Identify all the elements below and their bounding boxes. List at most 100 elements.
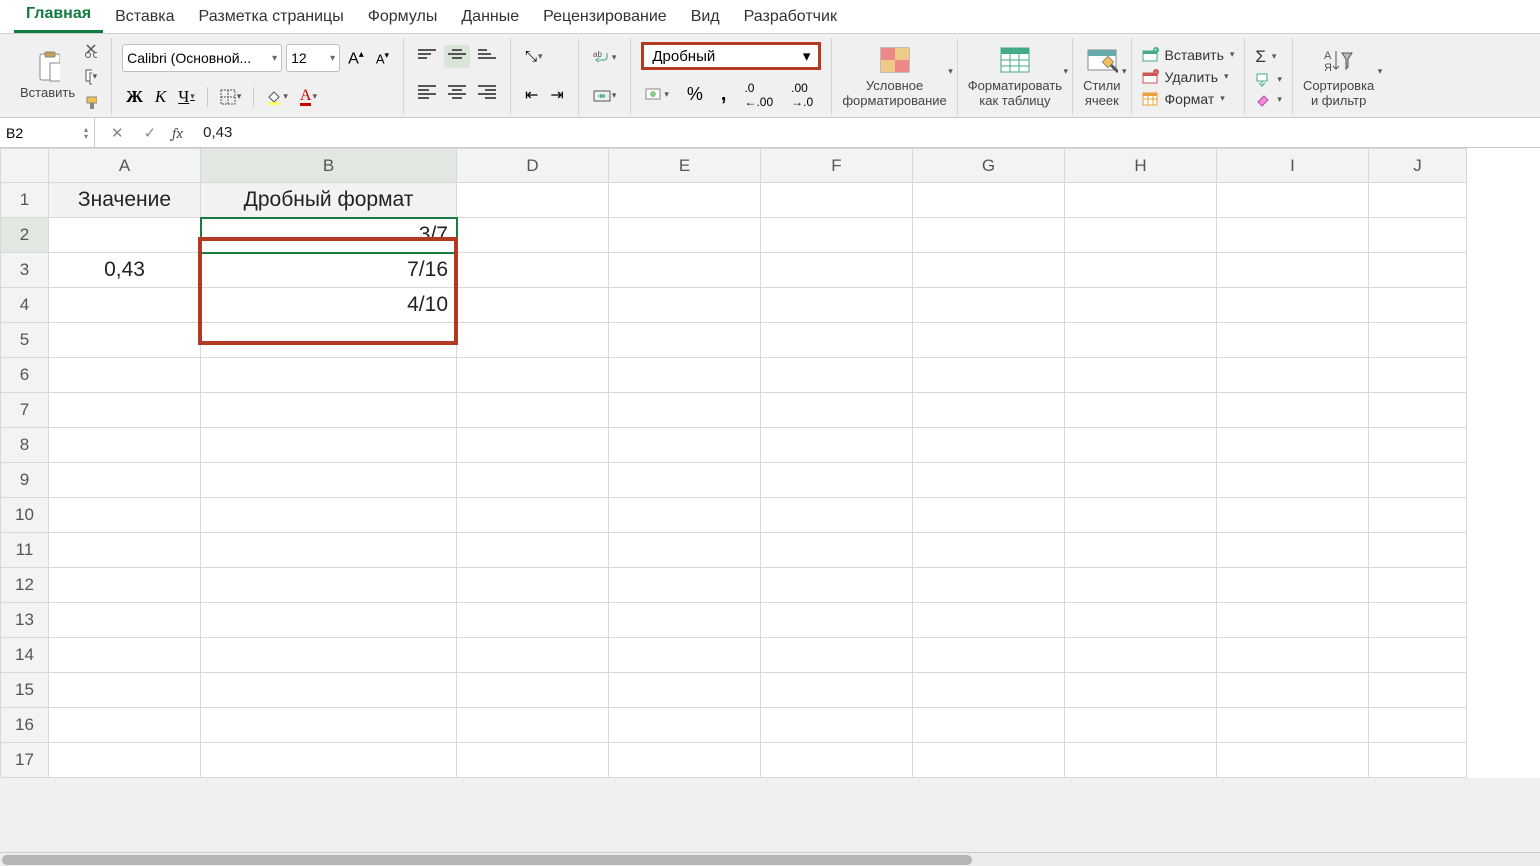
cell-B8[interactable]: [201, 428, 457, 463]
cell-A7[interactable]: [49, 393, 201, 428]
cell-F5[interactable]: [761, 323, 913, 358]
cell-D8[interactable]: [457, 428, 609, 463]
cell-I1[interactable]: [1217, 183, 1369, 218]
horizontal-scrollbar[interactable]: [0, 852, 1540, 866]
col-header-H[interactable]: H: [1065, 149, 1217, 183]
cell-D10[interactable]: [457, 498, 609, 533]
clear-button[interactable]: ▾: [1255, 92, 1282, 108]
cell-F16[interactable]: [761, 708, 913, 743]
cell-I2[interactable]: [1217, 218, 1369, 253]
cell-E10[interactable]: [609, 498, 761, 533]
cell-F10[interactable]: [761, 498, 913, 533]
cell-I13[interactable]: [1217, 603, 1369, 638]
cell-B1[interactable]: Дробный формат: [201, 183, 457, 218]
cell-F13[interactable]: [761, 603, 913, 638]
increase-indent-button[interactable]: ⇥: [546, 83, 567, 107]
cell-J6[interactable]: [1369, 358, 1467, 393]
cell-E11[interactable]: [609, 533, 761, 568]
cell-G13[interactable]: [913, 603, 1065, 638]
cell-J5[interactable]: [1369, 323, 1467, 358]
row-header-10[interactable]: 10: [1, 498, 49, 533]
tab-developer[interactable]: Разработчик: [732, 2, 849, 33]
cell-E12[interactable]: [609, 568, 761, 603]
row-header-13[interactable]: 13: [1, 603, 49, 638]
percent-button[interactable]: %: [683, 82, 707, 107]
orientation-button[interactable]: ⤡▾: [521, 46, 547, 67]
bold-button[interactable]: Ж: [122, 85, 147, 109]
copy-button[interactable]: ▾: [81, 67, 101, 87]
cell-J11[interactable]: [1369, 533, 1467, 568]
cell-J7[interactable]: [1369, 393, 1467, 428]
row-header-14[interactable]: 14: [1, 638, 49, 673]
format-cells-button[interactable]: Формат▾: [1142, 90, 1235, 108]
cell-I16[interactable]: [1217, 708, 1369, 743]
cell-A11[interactable]: [49, 533, 201, 568]
cell-F8[interactable]: [761, 428, 913, 463]
cell-A13[interactable]: [49, 603, 201, 638]
cell-G10[interactable]: [913, 498, 1065, 533]
borders-button[interactable]: ▾: [216, 87, 246, 107]
format-as-table-button[interactable]: ▾ Форматировать как таблицу: [958, 38, 1073, 115]
select-all-corner[interactable]: [1, 149, 49, 183]
comma-style-button[interactable]: ,: [717, 81, 731, 108]
cell-D2[interactable]: [457, 218, 609, 253]
align-center-button[interactable]: [444, 81, 470, 108]
cell-B12[interactable]: [201, 568, 457, 603]
cell-I7[interactable]: [1217, 393, 1369, 428]
cell-H17[interactable]: [1065, 743, 1217, 778]
cell-I15[interactable]: [1217, 673, 1369, 708]
cell-F9[interactable]: [761, 463, 913, 498]
cell-G4[interactable]: [913, 288, 1065, 323]
cell-J8[interactable]: [1369, 428, 1467, 463]
row-header-4[interactable]: 4: [1, 288, 49, 323]
cell-B17[interactable]: [201, 743, 457, 778]
cell-A17[interactable]: [49, 743, 201, 778]
cell-I9[interactable]: [1217, 463, 1369, 498]
row-header-11[interactable]: 11: [1, 533, 49, 568]
cell-I6[interactable]: [1217, 358, 1369, 393]
cell-D9[interactable]: [457, 463, 609, 498]
cell-F2[interactable]: [761, 218, 913, 253]
name-box[interactable]: B2 ▴▾: [0, 118, 95, 147]
cell-G16[interactable]: [913, 708, 1065, 743]
align-right-button[interactable]: [474, 81, 500, 108]
cell-H13[interactable]: [1065, 603, 1217, 638]
cell-B5[interactable]: [201, 323, 457, 358]
align-left-button[interactable]: [414, 81, 440, 108]
col-header-F[interactable]: F: [761, 149, 913, 183]
cell-F7[interactable]: [761, 393, 913, 428]
sort-filter-button[interactable]: АЯ ▾ Сортировка и фильтр: [1293, 38, 1384, 115]
cell-A9[interactable]: [49, 463, 201, 498]
cell-I4[interactable]: [1217, 288, 1369, 323]
increase-font-button[interactable]: A▴: [344, 47, 368, 70]
wrap-text-button[interactable]: ab▾: [589, 47, 621, 67]
format-painter-button[interactable]: [81, 93, 101, 113]
cell-B4[interactable]: 4/10: [201, 288, 457, 323]
cell-B7[interactable]: [201, 393, 457, 428]
cell-A10[interactable]: [49, 498, 201, 533]
cell-B9[interactable]: [201, 463, 457, 498]
cell-H10[interactable]: [1065, 498, 1217, 533]
tab-insert[interactable]: Вставка: [103, 2, 186, 33]
cell-J3[interactable]: [1369, 253, 1467, 288]
cell-J2[interactable]: [1369, 218, 1467, 253]
row-header-2[interactable]: 2: [1, 218, 49, 253]
cell-G11[interactable]: [913, 533, 1065, 568]
cell-B14[interactable]: [201, 638, 457, 673]
cell-G5[interactable]: [913, 323, 1065, 358]
fill-button[interactable]: ▾: [1255, 72, 1282, 88]
italic-button[interactable]: К: [151, 85, 170, 109]
cell-E1[interactable]: [609, 183, 761, 218]
cell-D16[interactable]: [457, 708, 609, 743]
cell-G12[interactable]: [913, 568, 1065, 603]
cell-J1[interactable]: [1369, 183, 1467, 218]
cell-I14[interactable]: [1217, 638, 1369, 673]
cell-B16[interactable]: [201, 708, 457, 743]
cut-button[interactable]: [81, 41, 101, 61]
cell-F15[interactable]: [761, 673, 913, 708]
number-format-combo[interactable]: Дробный ▾: [641, 42, 821, 70]
cell-D4[interactable]: [457, 288, 609, 323]
font-name-combo[interactable]: Calibri (Основной...▾: [122, 44, 282, 72]
row-header-5[interactable]: 5: [1, 323, 49, 358]
cell-H3[interactable]: [1065, 253, 1217, 288]
